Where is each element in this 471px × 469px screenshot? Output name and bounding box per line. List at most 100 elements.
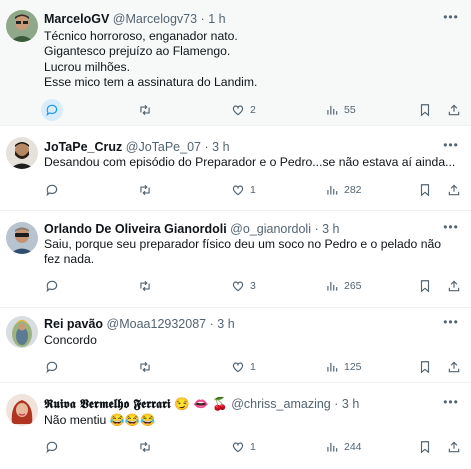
retweet-button[interactable] [138, 101, 152, 119]
timestamp[interactable]: 3 h [322, 222, 339, 236]
handle[interactable]: @JoTaPe_07 [126, 140, 201, 154]
share-button[interactable] [447, 358, 461, 376]
like-count: 3 [250, 280, 256, 292]
views-button[interactable]: 125 [325, 358, 362, 376]
handle[interactable]: @chriss_amazing [231, 397, 331, 411]
timestamp[interactable]: 3 h [342, 397, 359, 411]
like-count: 1 [250, 184, 256, 196]
retweet-icon [140, 104, 150, 116]
tweet-text: Desandou com episódio do Preparador e o … [44, 155, 457, 170]
reply-icon [46, 441, 58, 454]
bookmark-icon [420, 361, 430, 374]
reply-icon [46, 280, 58, 293]
avatar[interactable] [6, 10, 38, 42]
handle[interactable]: @o_gianordoli [230, 222, 311, 236]
tweet-line: Desandou com episódio do Preparador e o … [44, 155, 456, 169]
views-icon [327, 281, 338, 291]
views-button[interactable]: 244 [325, 438, 362, 456]
views-button[interactable]: 55 [325, 101, 356, 119]
tweet-actions: 2 55 [0, 99, 471, 121]
like-button[interactable]: 2 [231, 101, 256, 119]
tweet-text: Concordo [44, 333, 457, 348]
timestamp[interactable]: 1 h [208, 12, 225, 26]
views-icon [327, 442, 338, 452]
views-button[interactable]: 282 [325, 181, 362, 199]
retweet-icon [140, 280, 150, 292]
bookmark-button[interactable] [418, 277, 432, 295]
tweet[interactable]: Orlando De Oliveira Gianordoli @o_gianor… [0, 212, 471, 308]
like-button[interactable]: 1 [231, 181, 256, 199]
display-name[interactable]: Rei pavão [44, 317, 103, 331]
tweet-header: Rei pavão @Moaa12932087 · 3 h [44, 317, 235, 331]
views-button[interactable]: 265 [325, 277, 362, 295]
bookmark-button[interactable] [418, 438, 432, 456]
tweet-header: Orlando De Oliveira Gianordoli @o_gianor… [44, 222, 340, 236]
share-icon [448, 280, 460, 292]
views-icon [327, 105, 338, 115]
bookmark-icon [420, 104, 430, 117]
like-count: 1 [250, 361, 256, 373]
like-button[interactable]: 1 [231, 438, 256, 456]
retweet-button[interactable] [138, 438, 152, 456]
views-count: 282 [344, 184, 362, 196]
share-button[interactable] [447, 181, 461, 199]
tweet-actions: 3 265 [0, 277, 471, 295]
views-count: 265 [344, 280, 362, 292]
retweet-button[interactable] [138, 181, 152, 199]
share-button[interactable] [447, 277, 461, 295]
retweet-button[interactable] [138, 358, 152, 376]
reply-button[interactable] [45, 438, 59, 456]
display-name[interactable]: MarceloGV [44, 12, 109, 26]
reply-button[interactable] [45, 181, 59, 199]
reply-icon [46, 104, 58, 117]
more-icon[interactable]: ••• [441, 316, 461, 333]
timestamp[interactable]: 3 h [217, 317, 234, 331]
tweet-line: Gigantesco prejuízo ao Flamengo. [44, 44, 231, 59]
timestamp[interactable]: 3 h [212, 140, 229, 154]
reply-button[interactable] [41, 99, 63, 121]
reply-button[interactable] [45, 358, 59, 376]
handle[interactable]: @Moaa12932087 [107, 317, 207, 331]
tweet[interactable]: JoTaPe_Cruz @JoTaPe_07 · 3 h ••• Desando… [0, 127, 471, 211]
more-icon[interactable]: ••• [441, 396, 461, 413]
reply-feed: MarceloGV @Marcelogv73 · 1 h ••• Técnico… [0, 0, 471, 469]
display-name[interactable]: JoTaPe_Cruz [44, 140, 122, 154]
like-button[interactable]: 3 [231, 277, 256, 295]
retweet-icon [140, 184, 150, 196]
like-icon [232, 362, 244, 373]
more-icon[interactable]: ••• [441, 139, 461, 156]
tweet[interactable]: 𝕽𝖚𝖎𝖛𝖆 𝖁𝖊𝖗𝖒𝖊𝖑𝖍𝖔 𝕱𝖊𝖗𝖗𝖆𝖗𝖎 😏 👄 🍒 @chriss_ama… [0, 384, 471, 469]
views-icon [327, 362, 338, 372]
views-count: 55 [344, 104, 356, 116]
like-icon [232, 442, 244, 453]
avatar[interactable] [6, 137, 38, 169]
handle[interactable]: @Marcelogv73 [113, 12, 197, 26]
retweet-button[interactable] [138, 277, 152, 295]
bookmark-icon [420, 184, 430, 197]
tweet-line: Não mentiu 😂😂😂 [44, 413, 156, 427]
avatar[interactable] [6, 316, 38, 348]
bookmark-button[interactable] [418, 358, 432, 376]
avatar[interactable] [6, 222, 38, 254]
like-button[interactable]: 1 [231, 358, 256, 376]
tweet-actions: 1 244 [0, 438, 471, 456]
bookmark-button[interactable] [418, 101, 432, 119]
share-icon [448, 184, 460, 196]
avatar[interactable] [6, 394, 38, 426]
tweet-text: Técnico horroroso, enganador nato. Gigan… [44, 29, 457, 90]
bookmark-button[interactable] [418, 181, 432, 199]
tweet-header: MarceloGV @Marcelogv73 · 1 h [44, 12, 226, 26]
display-name[interactable]: 𝕽𝖚𝖎𝖛𝖆 𝖁𝖊𝖗𝖒𝖊𝖑𝖍𝖔 𝕱𝖊𝖗𝖗𝖆𝖗𝖎 [44, 396, 171, 411]
reply-button[interactable] [45, 277, 59, 295]
more-icon[interactable]: ••• [441, 11, 461, 28]
tweet[interactable]: MarceloGV @Marcelogv73 · 1 h ••• Técnico… [0, 0, 471, 126]
tweet[interactable]: Rei pavão @Moaa12932087 · 3 h ••• Concor… [0, 309, 471, 383]
tweet-line: Concordo [44, 333, 97, 347]
tweet-text: Não mentiu 😂😂😂 [44, 413, 457, 428]
more-icon[interactable]: ••• [441, 221, 461, 238]
display-name[interactable]: Orlando De Oliveira Gianordoli [44, 222, 227, 236]
share-button[interactable] [447, 438, 461, 456]
like-icon [232, 281, 244, 292]
share-button[interactable] [447, 101, 461, 119]
tweet-line: Saiu, porque seu preparador físico deu u… [44, 237, 442, 251]
